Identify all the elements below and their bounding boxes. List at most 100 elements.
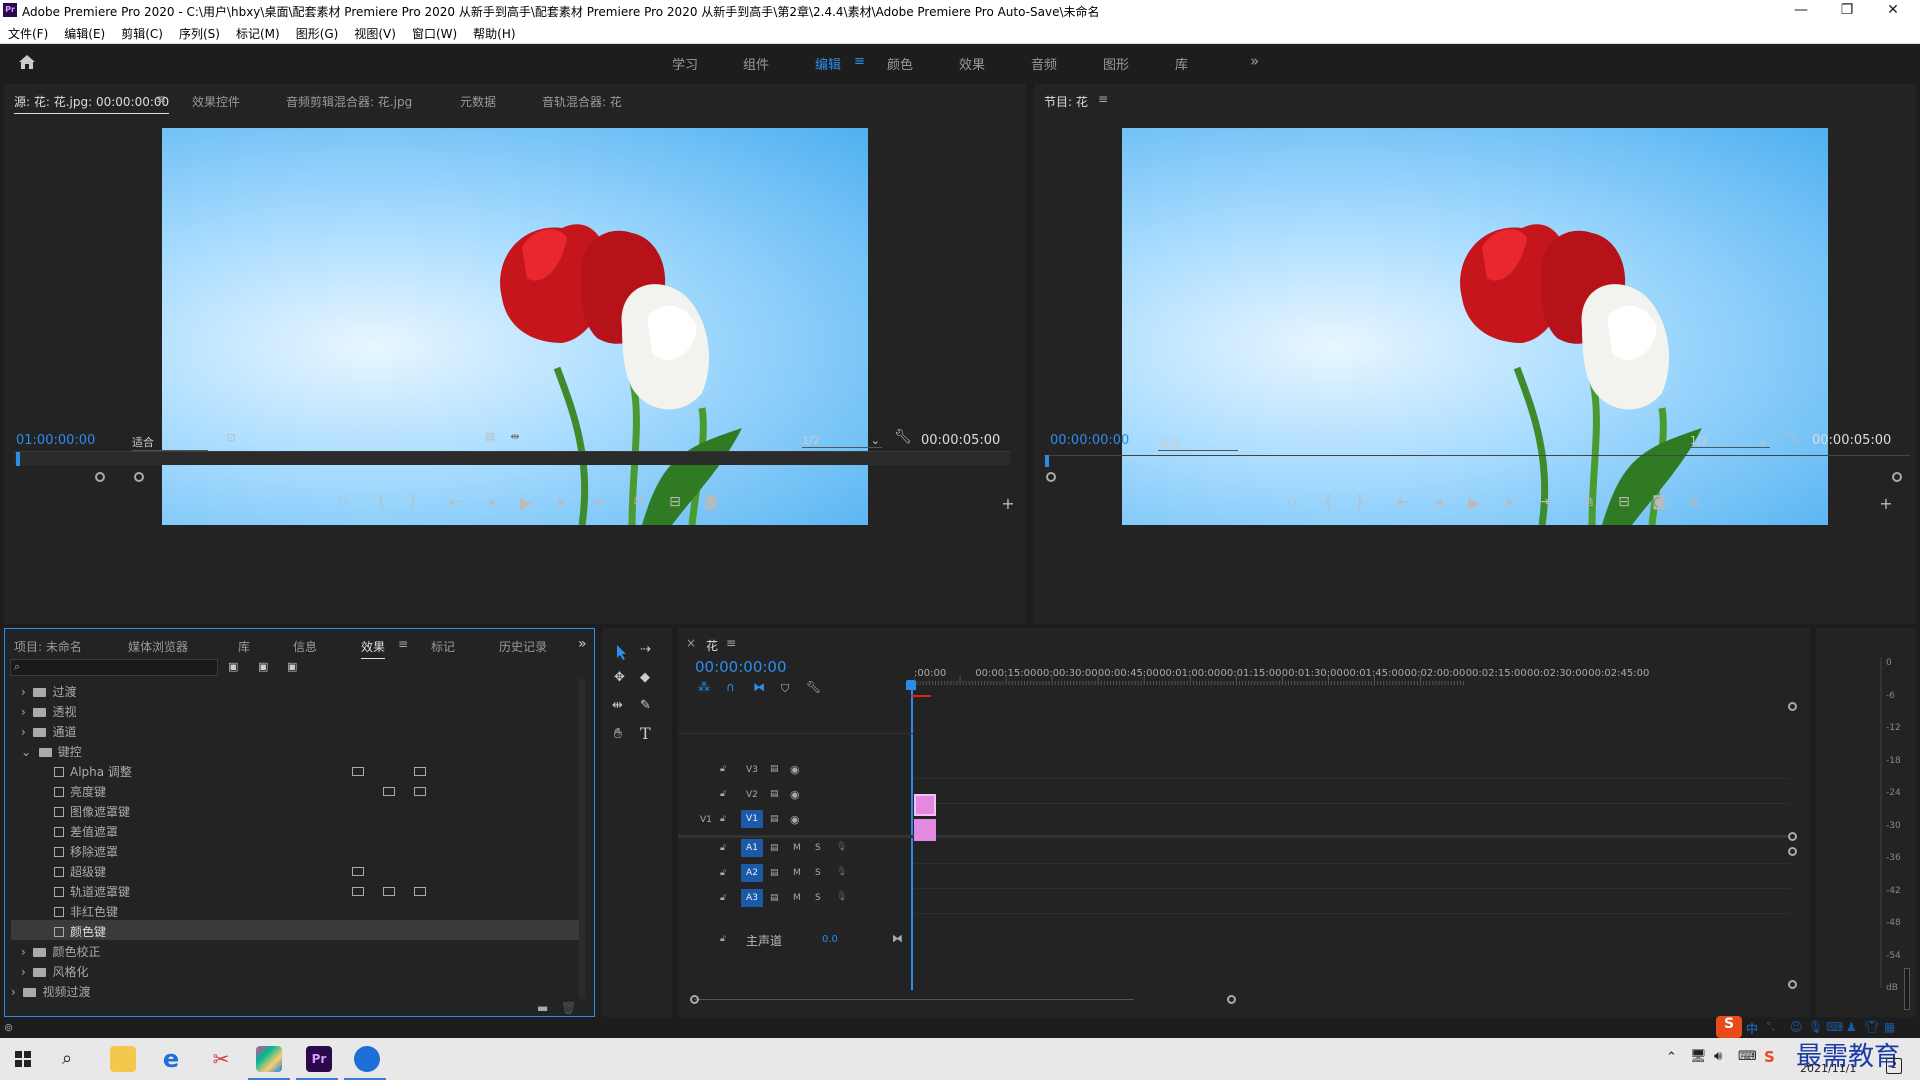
workspace-graphics[interactable]: 图形 <box>1103 54 1129 73</box>
go-to-out-icon[interactable]: ⇥ <box>1534 494 1556 510</box>
step-back-icon[interactable]: ◂ <box>1428 494 1450 510</box>
add-marker-icon[interactable]: ⛉ <box>1281 496 1303 511</box>
type-tool-icon[interactable]: T <box>640 724 651 743</box>
tree-effect-color-key[interactable]: 颜色键 <box>54 923 106 940</box>
ime-toolbox-icon[interactable]: ▦ <box>1884 1020 1895 1034</box>
tab-audio-clip-mixer[interactable]: 音频剪辑混合器: 花.jpg <box>286 93 412 110</box>
menu-markers[interactable]: 标记(M) <box>228 22 288 42</box>
effects-tab-menu-icon[interactable]: ≡ <box>398 637 408 651</box>
razor-tool-icon[interactable]: ◆ <box>640 670 650 685</box>
source-resolution-dropdown[interactable]: 1/2 ⌄ <box>802 434 882 448</box>
sync-lock-icon[interactable]: ▤ <box>770 843 779 853</box>
ime-skin-icon[interactable]: 👕︎ <box>1864 1020 1879 1034</box>
32bit-effects-icon[interactable]: ▣ <box>258 660 268 673</box>
step-forward-icon[interactable]: ▸ <box>551 494 573 510</box>
program-time-ruler[interactable] <box>1044 455 1910 463</box>
minimize-button[interactable]: — <box>1778 0 1824 22</box>
wrench-icon[interactable]: 🔧︎ <box>892 429 914 445</box>
program-video-frame[interactable] <box>1122 128 1828 525</box>
snap-icon[interactable]: ∩ <box>726 680 735 694</box>
workspace-libraries[interactable]: 库 <box>1175 54 1188 73</box>
yuv-effects-icon[interactable]: ▣ <box>287 660 297 673</box>
export-frame-icon[interactable]: ◙ <box>1648 494 1670 510</box>
drag-video-icon[interactable]: ▤ <box>479 430 501 443</box>
lock-icon[interactable]: 🔓︎ <box>720 764 726 774</box>
close-sequence-button[interactable]: × <box>686 636 696 650</box>
ime-mode[interactable]: 中 <box>1746 1020 1758 1037</box>
ime-keyboard-icon[interactable]: ⌨︎ <box>1826 1020 1843 1034</box>
menu-view[interactable]: 视图(V) <box>346 22 404 42</box>
notification-center-icon[interactable]: 2 <box>1886 1058 1902 1074</box>
insert-frame-icon[interactable]: ⊡ <box>220 431 242 444</box>
solo-button[interactable]: S <box>815 893 821 903</box>
playhead-handle[interactable] <box>906 680 916 690</box>
more-panels-button[interactable]: » <box>578 636 587 652</box>
input-method-icon[interactable]: ⌨︎ <box>1738 1049 1757 1064</box>
restore-button[interactable]: ❐ <box>1824 0 1870 22</box>
comparison-view-icon[interactable]: ⧈ <box>1683 494 1705 510</box>
tree-folder-channel[interactable]: › 通道 <box>21 723 76 740</box>
lock-icon[interactable]: 🔓︎ <box>720 789 726 799</box>
tab-program[interactable]: 节目: 花 <box>1044 93 1088 110</box>
mark-out-icon[interactable]: } <box>1349 494 1371 510</box>
tab-markers[interactable]: 标记 <box>431 638 455 655</box>
tree-effect-non-red-key[interactable]: 非红色键 <box>54 903 118 920</box>
workspace-effects[interactable]: 效果 <box>959 54 985 73</box>
ime-voice-icon[interactable]: 🎙︎ <box>1808 1020 1823 1034</box>
add-marker-icon[interactable]: ⛉ <box>332 496 354 511</box>
program-fit-dropdown[interactable]: 适合 ⌄ <box>1158 434 1238 451</box>
hscroll-handle-left[interactable] <box>690 995 699 1004</box>
wrench-icon[interactable]: 🔧︎ <box>1782 429 1804 445</box>
source-patch-v1[interactable]: V1 <box>700 815 712 825</box>
lock-icon[interactable]: 🔓︎ <box>720 934 726 944</box>
sogou-tray-icon[interactable]: S <box>1764 1048 1775 1066</box>
eye-icon[interactable]: ◉ <box>790 788 800 801</box>
source-zoom-handle-left[interactable] <box>95 472 105 482</box>
program-timecode[interactable]: 00:00:00:00 <box>1050 433 1129 448</box>
tab-project[interactable]: 项目: 未命名 <box>14 638 82 655</box>
vscroll-handle-bottom[interactable] <box>1788 980 1797 989</box>
extract-icon[interactable]: ⊟ <box>1613 494 1635 510</box>
tab-source[interactable]: 源: 花: 花.jpg: 00:00:00:00 <box>14 93 170 114</box>
search-icon[interactable]: ⌕ <box>62 1048 72 1069</box>
timeline-hscroll-track[interactable] <box>694 999 1134 1000</box>
sync-lock-icon[interactable]: ▤ <box>770 764 779 774</box>
close-button[interactable]: ✕ <box>1870 0 1916 22</box>
eye-icon[interactable]: ◉ <box>790 763 800 776</box>
network-icon[interactable]: 🖥︎ <box>1690 1049 1707 1064</box>
tab-info[interactable]: 信息 <box>293 638 317 655</box>
source-timecode[interactable]: 01:00:00:00 <box>16 433 95 448</box>
mark-in-icon[interactable]: { <box>370 494 392 510</box>
clip-v1[interactable] <box>914 819 936 841</box>
mute-button[interactable]: M <box>793 893 801 903</box>
insert-icon[interactable]: ⧉ <box>628 494 650 510</box>
program-tab-menu-icon[interactable]: ≡ <box>1098 92 1108 106</box>
program-zoom-handle-left[interactable] <box>1046 472 1056 482</box>
tree-effect-alpha-adjust[interactable]: Alpha 调整 <box>54 763 132 780</box>
menu-window[interactable]: 窗口(W) <box>404 22 465 42</box>
solo-button[interactable]: S <box>815 843 821 853</box>
slip-tool-icon[interactable]: ⇹ <box>612 698 623 713</box>
source-fit-dropdown[interactable]: 适合 ⌄ <box>132 434 208 451</box>
menu-sequence[interactable]: 序列(S) <box>171 22 228 42</box>
mute-button[interactable]: M <box>793 843 801 853</box>
tree-effect-image-matte-key[interactable]: 图像遮罩键 <box>54 803 130 820</box>
tab-effects[interactable]: 效果 <box>361 638 386 659</box>
tree-effect-difference-matte[interactable]: 差值遮罩 <box>54 823 118 840</box>
vscroll-handle-mid[interactable] <box>1788 832 1797 841</box>
voice-over-mic-icon[interactable]: 🎙︎ <box>836 842 847 852</box>
program-playhead[interactable] <box>1045 455 1049 467</box>
ime-user-icon[interactable]: ♟︎ <box>1846 1020 1857 1034</box>
tree-folder-video-transitions[interactable]: › 视频过渡 <box>11 983 90 1000</box>
master-volume-value[interactable]: 0.0 <box>822 934 838 945</box>
tab-audio-track-mixer[interactable]: 音轨混合器: 花 <box>542 93 622 110</box>
mark-in-icon[interactable]: { <box>1317 494 1339 510</box>
chevron-up-icon[interactable]: ⌃ <box>1666 1050 1677 1065</box>
program-zoom-handle-right[interactable] <box>1892 472 1902 482</box>
mark-out-icon[interactable]: } <box>402 494 424 510</box>
photo-app-icon[interactable] <box>256 1046 282 1072</box>
workspace-audio[interactable]: 音频 <box>1031 54 1057 73</box>
menu-help[interactable]: 帮助(H) <box>465 22 523 42</box>
button-editor-icon[interactable]: + <box>1875 494 1897 513</box>
source-time-ruler[interactable] <box>14 451 1010 465</box>
